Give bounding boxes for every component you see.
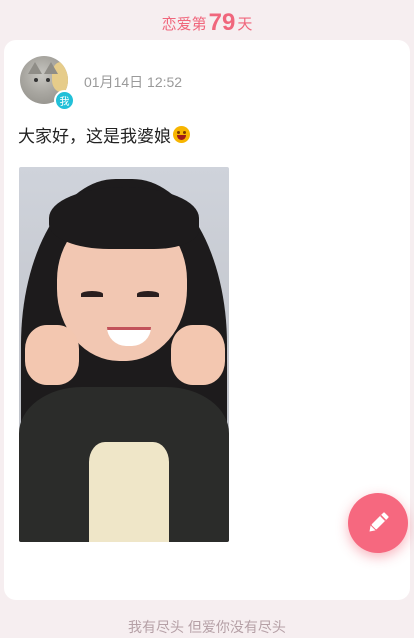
avatar-eye-right xyxy=(46,78,50,82)
avatar-ear-left xyxy=(28,62,42,74)
post-text: 大家好，这是我婆娘 xyxy=(18,122,190,147)
pencil-icon xyxy=(369,512,389,532)
photo-eye-right xyxy=(137,291,159,297)
me-badge: 我 xyxy=(54,90,75,111)
avatar-ear-right xyxy=(44,62,58,74)
photo-eye-left xyxy=(81,291,103,297)
post-timestamp: 01月14日 12:52 xyxy=(84,74,183,90)
photo-hand-left xyxy=(25,325,79,385)
compose-button[interactable] xyxy=(348,493,408,553)
photo-bangs xyxy=(49,187,199,249)
footer-slogan: 我有尽头 但爱你没有尽头 xyxy=(128,619,286,635)
post-text-content: 大家好，这是我婆娘 xyxy=(18,127,171,146)
day-count: 79 xyxy=(208,9,236,36)
post-photo[interactable] xyxy=(19,167,229,542)
avatar-eye-left xyxy=(34,78,38,82)
counter-suffix: 天 xyxy=(237,15,253,33)
photo-shirt xyxy=(89,442,169,542)
photo-hand-right xyxy=(171,325,225,385)
grinning-squinting-face-icon xyxy=(173,126,190,143)
counter-prefix: 恋爱第 xyxy=(161,15,207,33)
